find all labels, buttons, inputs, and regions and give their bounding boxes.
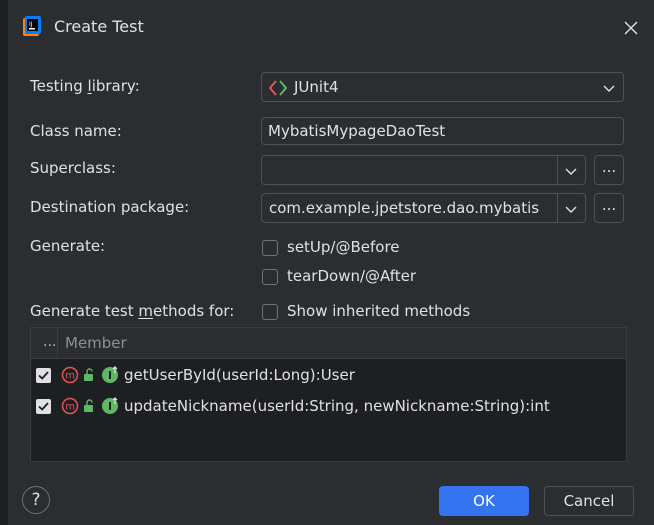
class-name-input[interactable]: MybatisMypageDaoTest xyxy=(261,117,624,145)
table-header-dots[interactable]: ... xyxy=(43,334,56,350)
generate-methods-label: Generate test methods for: xyxy=(30,302,235,320)
cancel-button[interactable]: Cancel xyxy=(544,486,634,516)
intellij-app-icon: IJ xyxy=(23,16,41,36)
method-icon: m xyxy=(61,397,79,415)
destination-package-browse-button[interactable]: ... xyxy=(594,193,624,223)
setup-checkbox[interactable] xyxy=(262,240,278,256)
implementing-method-icon xyxy=(102,397,118,414)
table-header: ... Member xyxy=(31,328,626,359)
title-bar: IJ Create Test xyxy=(8,0,654,56)
table-header-member[interactable]: Member xyxy=(65,334,127,352)
table-row[interactable]: m updateNickname(userId:String, newNickn… xyxy=(31,391,626,422)
unlock-icon xyxy=(84,399,93,412)
create-test-dialog: IJ Create Test Testing library: JUnit4 C… xyxy=(0,0,654,525)
superclass-browse-button[interactable]: ... xyxy=(594,155,624,185)
chevron-down-icon[interactable] xyxy=(564,204,578,214)
close-icon[interactable] xyxy=(620,17,642,39)
svg-text:m: m xyxy=(65,371,75,382)
class-name-label: Class name: xyxy=(30,122,122,140)
teardown-label: tearDown/@After xyxy=(287,267,417,285)
checkmark-icon xyxy=(38,371,49,380)
help-button[interactable]: ? xyxy=(22,486,50,514)
header-divider xyxy=(57,328,58,359)
generate-label: Generate: xyxy=(30,237,106,255)
svg-text:IJ: IJ xyxy=(29,21,33,28)
teardown-checkbox[interactable] xyxy=(262,269,278,285)
implementing-method-icon xyxy=(102,366,118,383)
superclass-combo[interactable] xyxy=(261,155,586,185)
row-checkbox[interactable] xyxy=(36,399,51,414)
method-signature: updateNickname(userId:String, newNicknam… xyxy=(124,397,550,415)
method-icon: m xyxy=(61,366,79,384)
junit-icon xyxy=(269,80,287,96)
testing-library-label: Testing library: xyxy=(30,77,140,95)
checkmark-icon xyxy=(38,402,49,411)
chevron-down-icon[interactable] xyxy=(564,166,578,176)
setup-label: setUp/@Before xyxy=(287,238,400,256)
method-signature: getUserById(userId:Long):User xyxy=(124,366,355,384)
combo-divider xyxy=(557,194,558,222)
chevron-down-icon xyxy=(603,85,615,92)
table-row[interactable]: m getUserById(userId:Long):User xyxy=(31,360,626,391)
row-checkbox[interactable] xyxy=(36,368,51,383)
destination-package-combo[interactable]: com.example.jpetstore.dao.mybatis xyxy=(261,193,586,223)
dialog-title: Create Test xyxy=(54,17,144,36)
svg-text:m: m xyxy=(65,402,75,413)
background-strip xyxy=(0,0,8,525)
combo-divider xyxy=(557,156,558,184)
ok-button[interactable]: OK xyxy=(439,486,529,516)
unlock-icon xyxy=(84,368,93,381)
members-table: ... Member m getUserById(userId:Long):Us… xyxy=(30,327,627,462)
testing-library-value: JUnit4 xyxy=(294,78,339,96)
testing-library-combo[interactable]: JUnit4 xyxy=(261,72,624,102)
superclass-label: Superclass: xyxy=(30,159,116,177)
destination-package-value: com.example.jpetstore.dao.mybatis xyxy=(269,199,540,217)
show-inherited-checkbox[interactable] xyxy=(262,304,278,320)
show-inherited-label: Show inherited methods xyxy=(287,302,471,320)
destination-package-label: Destination package: xyxy=(30,198,190,216)
